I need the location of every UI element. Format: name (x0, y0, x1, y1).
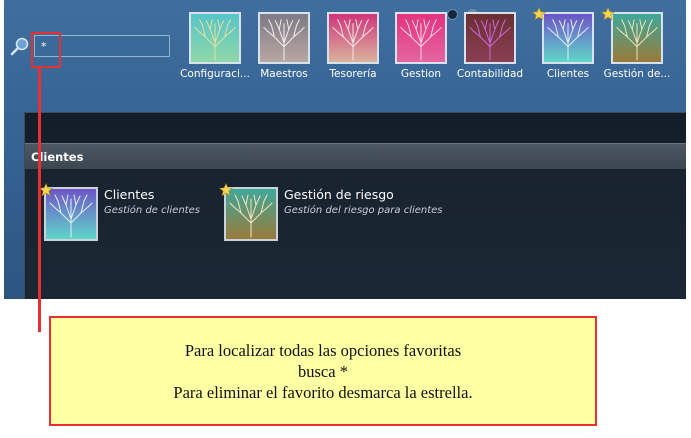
favorite-star-icon[interactable] (39, 182, 53, 201)
tree-magenta-icon (395, 12, 447, 64)
callout-pointer (38, 68, 41, 332)
results-panel: Clientes Clientes Gestión de clientes Ge… (24, 112, 686, 299)
tile-label: Gestión de... (603, 68, 671, 80)
callout-box: Para localizar todas las opciones favori… (49, 316, 597, 426)
callout-line: busca * (298, 362, 348, 381)
favorite-star-icon[interactable] (532, 6, 546, 25)
tile-contabilidad[interactable]: Contabilidad (450, 12, 530, 84)
search-highlight-box (31, 32, 61, 68)
tile-label: Maestros (260, 68, 308, 80)
callout-line: Para localizar todas las opciones favori… (184, 341, 462, 360)
app-window: Configuraci... Maestros Tesorería Gestio… (4, 0, 686, 299)
tile-label: Gestion (400, 68, 442, 80)
tile-label: Configuraci... (180, 68, 250, 80)
favorite-item-description: Gestión de clientes (104, 205, 200, 216)
tree-olive-icon (611, 12, 663, 64)
tile-label: Contabilidad (456, 68, 524, 80)
callout-line: Para eliminar el favorito desmarca la es… (173, 383, 473, 402)
tile-gestion[interactable]: Gestion (381, 12, 461, 84)
tile-configuracion[interactable]: Configuraci... (175, 12, 255, 84)
tree-pink-icon (327, 12, 379, 64)
favorite-item-description: Gestión del riesgo para clientes (284, 205, 443, 216)
section-header: Clientes (25, 143, 686, 169)
favorite-star-icon[interactable] (601, 6, 615, 25)
tile-label: Clientes (546, 68, 590, 80)
favorite-star-icon[interactable] (219, 182, 233, 201)
tree-green-icon (189, 12, 241, 64)
tree-grey-icon (258, 12, 310, 64)
favorite-item-title: Clientes (104, 187, 155, 202)
search-icon[interactable] (10, 36, 30, 60)
tree-brown-icon (464, 12, 516, 64)
tree-blue-icon (542, 12, 594, 64)
tile-maestros[interactable]: Maestros (244, 12, 324, 84)
favorite-item-title: Gestión de riesgo (284, 187, 394, 202)
